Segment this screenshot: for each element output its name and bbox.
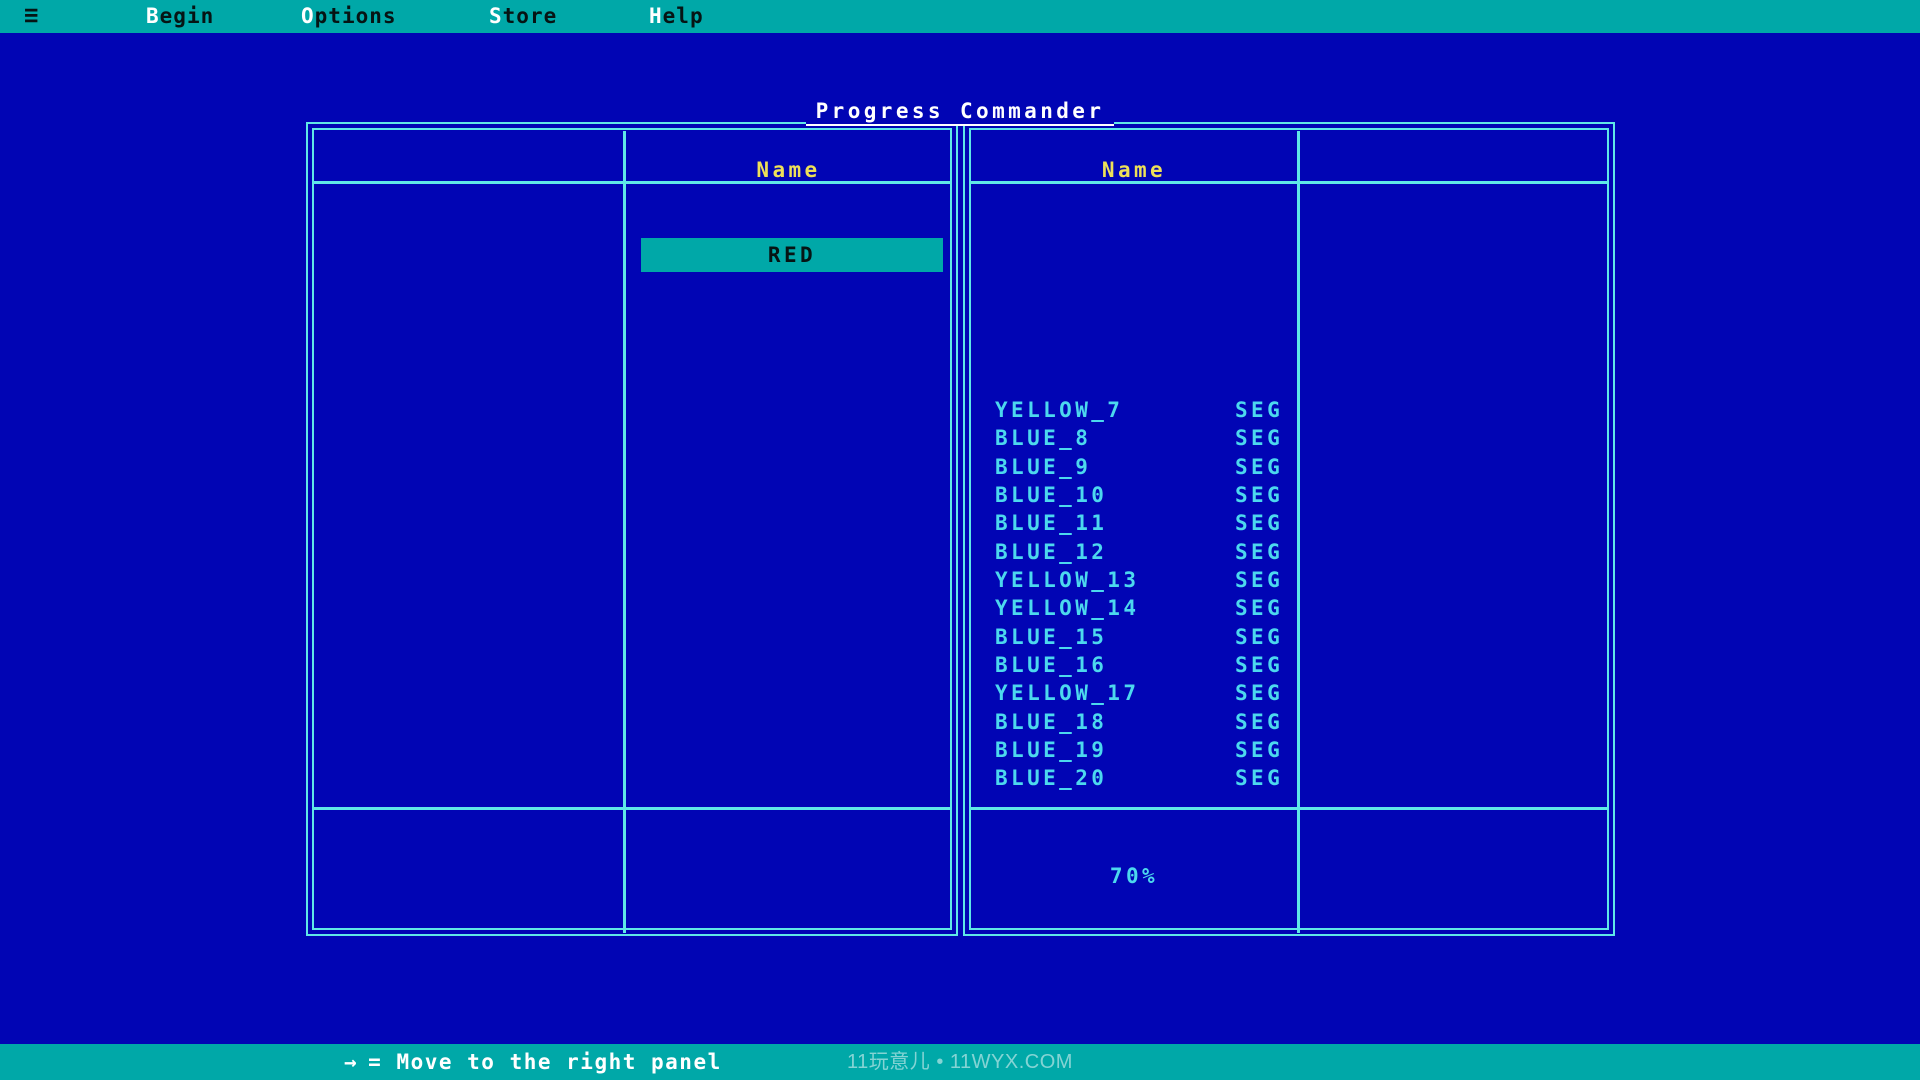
list-item[interactable]: BLUE_19 SEG xyxy=(995,736,1325,764)
item-name: BLUE_20 xyxy=(995,764,1107,792)
item-name: YELLOW_7 xyxy=(995,396,1123,424)
item-name: YELLOW_17 xyxy=(995,679,1139,707)
item-name: BLUE_15 xyxy=(995,623,1107,651)
right-panel: Name YELLOW_7 SEG BLUE_8 SEG BLUE_9 SEG BLU… xyxy=(963,122,1615,936)
item-type: SEG xyxy=(1235,764,1283,792)
menu-item-begin[interactable]: Begin xyxy=(146,0,214,33)
menu-item-store[interactable]: Store xyxy=(489,0,557,33)
title-wrap: Progress Commander xyxy=(0,101,1920,126)
item-type: SEG xyxy=(1235,679,1283,707)
file-list: YELLOW_7 SEG BLUE_8 SEG BLUE_9 SEG BLUE_10 S… xyxy=(995,396,1325,793)
right-arrow-icon: → xyxy=(344,1050,358,1074)
progress-commander-screen: ≡ Begin Options Store Help Progress Comm… xyxy=(0,0,1920,1080)
progress-percentage: 70% xyxy=(971,862,1297,890)
list-item[interactable]: YELLOW_7 SEG xyxy=(995,396,1325,424)
menu-item-help[interactable]: Help xyxy=(649,0,704,33)
list-item[interactable]: BLUE_8 SEG xyxy=(995,424,1325,452)
left-panel: Name RED xyxy=(306,122,958,936)
hamburger-menu-icon[interactable]: ≡ xyxy=(24,0,38,33)
menu-label: egin xyxy=(160,4,215,28)
item-type: SEG xyxy=(1235,396,1283,424)
list-item[interactable]: BLUE_11 SEG xyxy=(995,509,1325,537)
item-type: SEG xyxy=(1235,566,1283,594)
item-name: BLUE_11 xyxy=(995,509,1107,537)
item-name: BLUE_19 xyxy=(995,736,1107,764)
left-panel-footer-separator xyxy=(314,807,950,810)
item-name: YELLOW_13 xyxy=(995,566,1139,594)
item-type: SEG xyxy=(1235,651,1283,679)
menu-hotkey: H xyxy=(649,4,663,28)
item-type: SEG xyxy=(1235,538,1283,566)
item-name: BLUE_12 xyxy=(995,538,1107,566)
menu-label: ptions xyxy=(315,4,397,28)
item-type: SEG xyxy=(1235,481,1283,509)
right-panel-name-header: Name xyxy=(971,158,1297,182)
list-item[interactable]: BLUE_10 SEG xyxy=(995,481,1325,509)
item-name: BLUE_18 xyxy=(995,708,1107,736)
item-type: SEG xyxy=(1235,594,1283,622)
item-name: BLUE_8 xyxy=(995,424,1091,452)
list-item[interactable]: YELLOW_17 SEG xyxy=(995,679,1325,707)
list-item[interactable]: YELLOW_13 SEG xyxy=(995,566,1325,594)
menu-label: tore xyxy=(503,4,558,28)
menu-hotkey: O xyxy=(301,4,315,28)
item-name: YELLOW_14 xyxy=(995,594,1139,622)
list-item[interactable]: BLUE_16 SEG xyxy=(995,651,1325,679)
page-title: Progress Commander xyxy=(806,101,1115,126)
left-panel-column-divider xyxy=(623,131,626,933)
status-hint: → = Move to the right panel xyxy=(344,1044,722,1080)
selected-item-red[interactable]: RED xyxy=(641,238,943,272)
right-panel-column-divider xyxy=(1297,131,1300,933)
item-type: SEG xyxy=(1235,623,1283,651)
item-type: SEG xyxy=(1235,708,1283,736)
left-panel-name-header: Name xyxy=(623,158,954,182)
menu-hotkey: B xyxy=(146,4,160,28)
status-hint-text: = Move to the right panel xyxy=(368,1050,722,1074)
list-item[interactable]: BLUE_9 SEG xyxy=(995,453,1325,481)
list-item[interactable]: YELLOW_14 SEG xyxy=(995,594,1325,622)
item-name: BLUE_9 xyxy=(995,453,1091,481)
right-panel-footer-separator xyxy=(971,807,1607,810)
item-type: SEG xyxy=(1235,453,1283,481)
menu-item-options[interactable]: Options xyxy=(301,0,397,33)
menu-label: elp xyxy=(663,4,704,28)
item-name: BLUE_10 xyxy=(995,481,1107,509)
menu-bar: ≡ Begin Options Store Help xyxy=(0,0,1920,33)
item-type: SEG xyxy=(1235,424,1283,452)
item-name: BLUE_16 xyxy=(995,651,1107,679)
menu-hotkey: S xyxy=(489,4,503,28)
item-type: SEG xyxy=(1235,509,1283,537)
list-item[interactable]: BLUE_12 SEG xyxy=(995,538,1325,566)
list-item[interactable]: BLUE_18 SEG xyxy=(995,708,1325,736)
watermark: 11玩意儿 • 11WYX.COM xyxy=(0,1044,1920,1080)
item-type: SEG xyxy=(1235,736,1283,764)
status-bar: 11玩意儿 • 11WYX.COM → = Move to the right p… xyxy=(0,1044,1920,1080)
list-item[interactable]: BLUE_20 SEG xyxy=(995,764,1325,792)
list-item[interactable]: BLUE_15 SEG xyxy=(995,623,1325,651)
